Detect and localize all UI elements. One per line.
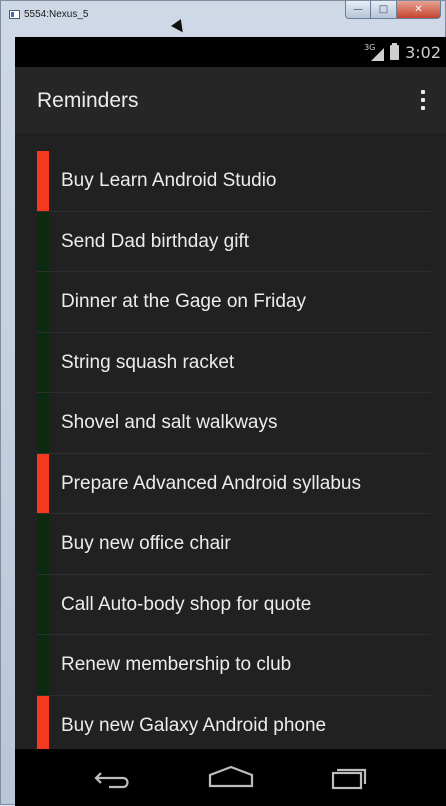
reminder-text: String squash racket: [61, 351, 235, 373]
list-item[interactable]: Dinner at the Gage on Friday: [37, 272, 431, 333]
list-item[interactable]: Call Auto-body shop for quote: [37, 574, 431, 635]
window-app-icon: [9, 10, 20, 19]
priority-indicator: [37, 211, 49, 271]
close-button[interactable]: ✕: [397, 1, 441, 19]
window-controls: — □ ✕: [345, 1, 441, 21]
reminder-text: Buy Learn Android Studio: [61, 170, 277, 191]
emulator-window: 5554:Nexus_5 — □ ✕ 3G 3:02 Reminders Buy…: [0, 0, 446, 806]
overflow-menu-icon[interactable]: [411, 83, 435, 117]
priority-indicator: [37, 332, 49, 392]
back-icon[interactable]: [83, 761, 143, 795]
page-title: Reminders: [37, 89, 139, 112]
priority-indicator: [37, 151, 49, 211]
list-item[interactable]: Prepare Advanced Android syllabus: [37, 453, 431, 514]
window-titlebar[interactable]: 5554:Nexus_5 — □ ✕: [1, 1, 446, 29]
reminder-text: Call Auto-body shop for quote: [61, 593, 312, 615]
window-title: 5554:Nexus_5: [24, 9, 89, 20]
status-bar: 3G 3:02: [15, 37, 446, 67]
reminder-text: Dinner at the Gage on Friday: [61, 291, 307, 312]
home-icon[interactable]: [201, 761, 261, 795]
navigation-bar: [15, 749, 446, 806]
reminder-text: Buy new Galaxy Android phone: [61, 714, 327, 736]
priority-indicator: [37, 514, 49, 574]
device-screen: 3G 3:02 Reminders Buy Learn Android Stud…: [15, 37, 446, 806]
priority-indicator: [37, 635, 49, 695]
list-item[interactable]: Shovel and salt walkways: [37, 393, 431, 454]
reminder-text: Buy new office chair: [61, 533, 231, 554]
list-item[interactable]: Buy new office chair: [37, 514, 431, 575]
reminder-text: Prepare Advanced Android syllabus: [61, 472, 361, 494]
priority-indicator: [37, 453, 49, 513]
reminder-text: Shovel and salt walkways: [61, 412, 278, 433]
action-bar: Reminders: [15, 67, 446, 133]
list-item[interactable]: Send Dad birthday gift: [37, 211, 431, 272]
recents-icon[interactable]: [319, 761, 379, 795]
maximize-button[interactable]: □: [371, 1, 397, 19]
status-indicators: 3G 3:02: [364, 43, 441, 63]
reminder-list[interactable]: Buy Learn Android Studio Send Dad birthda…: [37, 151, 431, 756]
list-item[interactable]: Buy new Galaxy Android phone: [37, 695, 431, 756]
priority-indicator: [37, 695, 49, 755]
list-item[interactable]: String squash racket: [37, 332, 431, 393]
signal-icon: 3G: [364, 43, 385, 61]
reminder-text: Send Dad birthday gift: [61, 230, 250, 252]
priority-indicator: [37, 574, 49, 634]
priority-indicator: [37, 393, 49, 453]
reminder-text: Renew membership to club: [61, 654, 292, 675]
minimize-button[interactable]: —: [345, 1, 371, 19]
battery-icon: [390, 43, 400, 60]
list-item[interactable]: Renew membership to club: [37, 635, 431, 696]
list-item[interactable]: Buy Learn Android Studio: [37, 151, 431, 212]
priority-indicator: [37, 272, 49, 332]
clock: 3:02: [405, 43, 441, 62]
